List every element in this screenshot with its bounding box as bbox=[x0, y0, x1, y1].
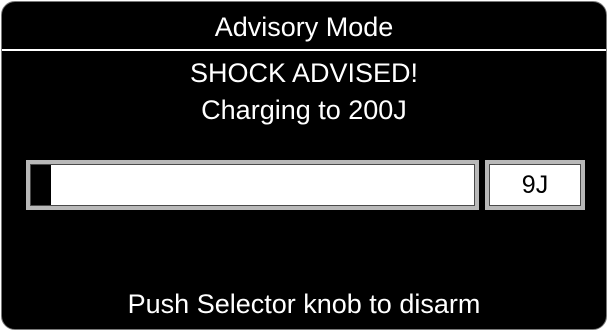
charge-energy-value: 9J bbox=[489, 164, 581, 206]
disarm-instruction: Push Selector knob to disarm bbox=[127, 289, 481, 319]
charge-energy-box: 9J bbox=[485, 160, 585, 210]
header-divider bbox=[2, 49, 606, 51]
charge-progress-fill bbox=[31, 165, 51, 205]
shock-advised-message: SHOCK ADVISED! bbox=[189, 58, 419, 88]
defibrillator-screen: Advisory Mode SHOCK ADVISED! Charging to… bbox=[1, 1, 607, 330]
charging-status-message: Charging to 200J bbox=[201, 95, 407, 125]
charge-progress-bar bbox=[26, 160, 479, 210]
charge-progress-track bbox=[30, 164, 475, 206]
mode-title: Advisory Mode bbox=[214, 12, 394, 42]
